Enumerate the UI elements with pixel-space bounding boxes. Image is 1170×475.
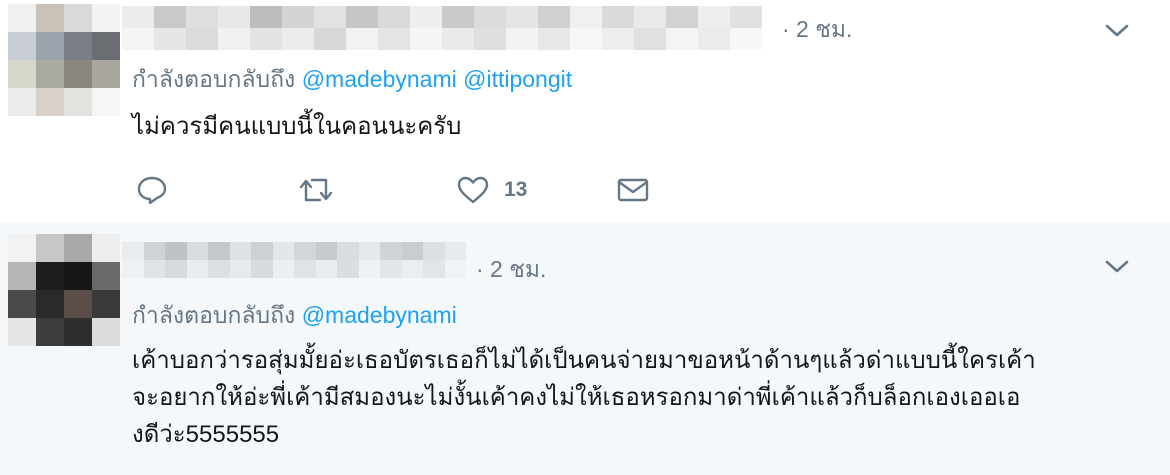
tweet-text: ไม่ควรมีคนแบบนี้ในคอนนะครับ: [132, 108, 461, 145]
direct-message-button[interactable]: [616, 170, 650, 210]
retweet-icon: [299, 178, 333, 202]
replying-to: กำลังตอบกลับถึง @madebynami: [132, 298, 457, 334]
tweet-text-line: เค้าบอกว่ารอสุ่มมั้ยอ่ะเธอบัตรเธอก็ไม่ได…: [132, 347, 1036, 374]
replying-prefix: กำลังตอบกลับถึง: [132, 302, 296, 328]
chevron-down-icon[interactable]: [1104, 20, 1130, 40]
message-icon: [617, 178, 649, 202]
timestamp[interactable]: · 2 ชม.: [782, 12, 852, 48]
avatar[interactable]: [8, 4, 120, 116]
user-name-blurred[interactable]: [122, 242, 466, 278]
like-count: 13: [504, 178, 528, 201]
mention-link[interactable]: @madebynami: [302, 66, 457, 92]
mention-link[interactable]: @ittipongit: [463, 66, 572, 92]
replying-to: กำลังตอบกลับถึง @madebynami @ittipongit: [132, 62, 572, 98]
tweet-actions: 13: [132, 170, 692, 210]
timestamp[interactable]: · 2 ชม.: [476, 252, 546, 288]
tweet-1[interactable]: · 2 ชม. กำลังตอบกลับถึง @madebynami @itt…: [0, 0, 1170, 223]
chevron-down-icon[interactable]: [1104, 256, 1130, 276]
tweet-text-line: งดีว่ะ5555555: [132, 421, 280, 448]
avatar[interactable]: [8, 234, 120, 346]
user-name-blurred[interactable]: [122, 6, 778, 50]
tweet-text-line: ไม่ควรมีคนแบบนี้ในคอนนะครับ: [132, 113, 462, 140]
tweet-text-line: จะอยากให้อ่ะพี่เค้ามีสมองนะไม่งั้นเค้าคง…: [132, 384, 1021, 411]
reply-button[interactable]: [136, 170, 168, 210]
like-icon: [457, 176, 489, 204]
replying-prefix: กำลังตอบกลับถึง: [132, 66, 296, 92]
tweet-text: เค้าบอกว่ารอสุ่มมั้ยอ่ะเธอบัตรเธอก็ไม่ได…: [132, 342, 1152, 453]
reply-icon: [137, 176, 167, 205]
mention-link[interactable]: @madebynami: [302, 302, 457, 328]
retweet-button[interactable]: [298, 170, 334, 210]
tweet-2[interactable]: · 2 ชม. กำลังตอบกลับถึง @madebynami เค้า…: [0, 222, 1170, 475]
like-button[interactable]: 13: [456, 170, 527, 210]
